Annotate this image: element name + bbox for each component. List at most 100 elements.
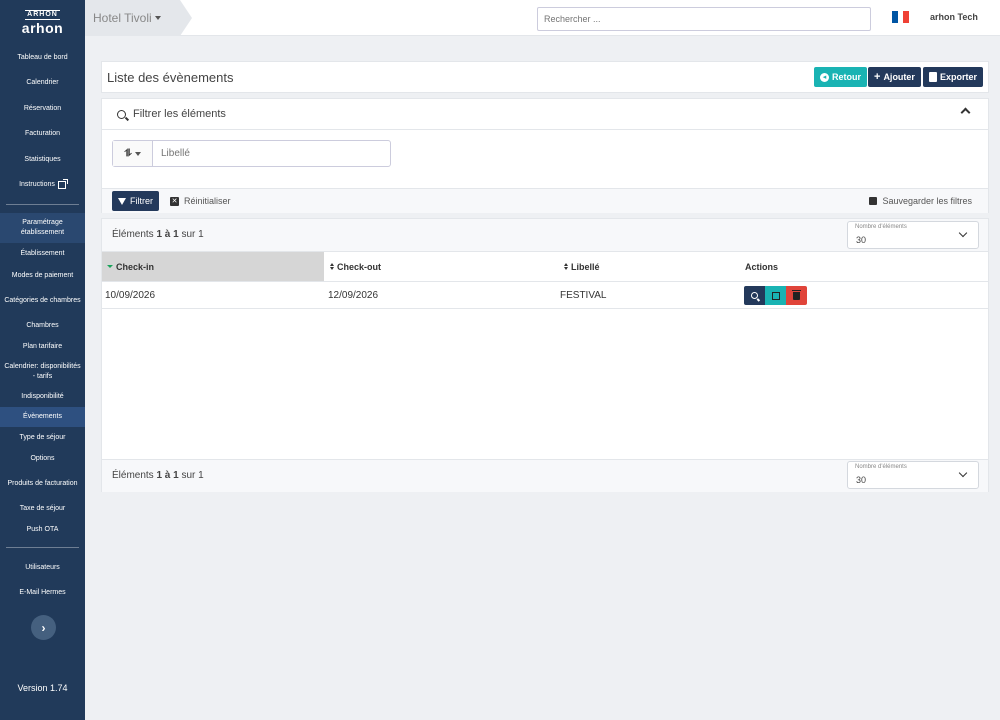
column-header-label: Check-out — [337, 261, 382, 272]
chevron-down-icon — [958, 228, 968, 238]
column-header-label: Libellé — [571, 261, 600, 272]
sidebar-item-label: Chambres — [26, 322, 59, 329]
sidebar-section-settings[interactable]: Paramétrage établissement — [0, 213, 85, 243]
sidebar-item-reservation[interactable]: Réservation — [0, 96, 85, 121]
sidebar-item-label: Utilisateurs — [25, 563, 60, 571]
count-suffix: sur 1 — [181, 229, 204, 240]
sidebar-item-label: Réservation — [23, 104, 62, 112]
sidebar-item-availability-calendar[interactable]: Calendrier: disponibilités - tarifs — [0, 357, 85, 387]
cell-checkin: 10/09/2026 — [105, 289, 156, 301]
sidebar-expand-button[interactable]: › — [31, 615, 56, 640]
add-button[interactable]: + Ajouter — [868, 67, 921, 87]
apply-filter-button[interactable]: Filtrer — [112, 191, 159, 211]
page-size-select[interactable]: Nombre d'éléments 30 — [847, 221, 979, 249]
page-header: Liste des évènements ◂ Retour + Ajouter … — [101, 61, 989, 93]
sidebar-item-options[interactable]: Options — [0, 448, 85, 469]
page-size-label: Nombre d'éléments — [855, 224, 907, 230]
column-header-libelle[interactable]: Libellé — [558, 252, 741, 282]
sidebar-item-rate-plan[interactable]: Plan tarifaire — [0, 336, 85, 357]
count-suffix: sur 1 — [181, 470, 204, 481]
sidebar-item-rooms[interactable]: Chambres — [0, 316, 85, 336]
hotel-selector[interactable]: Hotel Tivoli — [85, 0, 192, 36]
sort-desc-icon — [107, 265, 113, 268]
count-prefix: Éléments — [112, 229, 154, 240]
sidebar-item-instructions[interactable]: Instructions — [0, 172, 85, 198]
column-header-checkin[interactable]: Check-in — [102, 252, 324, 282]
reset-filter-label: Réinitialiser — [184, 196, 231, 206]
language-flag-icon[interactable] — [892, 11, 910, 23]
app-version: Version 1.74 — [17, 683, 68, 693]
sidebar-item-tourist-tax[interactable]: Taxe de séjour — [0, 498, 85, 519]
sidebar-item-label: Tableau de bord — [17, 53, 68, 61]
plus-icon: + — [874, 71, 881, 83]
sidebar-item-label: Instructions — [19, 181, 55, 188]
sidebar: ARHON arhon Tableau de bord Calendrier R… — [0, 0, 85, 720]
sidebar-item-statistics[interactable]: Statistiques — [0, 147, 85, 172]
sidebar-item-billing-products[interactable]: Produits de facturation — [0, 469, 85, 498]
sidebar-item-stay-type[interactable]: Type de séjour — [0, 427, 85, 448]
sidebar-item-label: Catégories de chambres — [4, 297, 81, 304]
sidebar-item-label: Établissement — [20, 250, 65, 257]
sidebar-item-label: Type de séjour — [19, 433, 66, 441]
trash-icon — [792, 289, 801, 300]
sidebar-item-billing[interactable]: Facturation — [0, 121, 85, 147]
table-header-bar: Éléments 1 à 1 sur 1 Nombre d'éléments 3… — [102, 219, 988, 252]
table-footer-bar: Éléments 1 à 1 sur 1 Nombre d'éléments 3… — [102, 459, 988, 492]
sidebar-item-email-hermes[interactable]: E-Mail Hermes — [0, 580, 85, 605]
filter-operator-dropdown[interactable]: ⥮ — [113, 141, 153, 166]
sidebar-item-establishment[interactable]: Établissement — [0, 243, 85, 265]
sidebar-item-label: E-Mail Hermes — [19, 588, 66, 596]
sidebar-item-room-categories[interactable]: Catégories de chambres — [0, 286, 85, 316]
save-icon — [869, 197, 878, 205]
sidebar-item-payment-modes[interactable]: Modes de paiement — [0, 265, 85, 286]
chevron-up-icon[interactable] — [960, 107, 971, 118]
sidebar-item-label: Facturation — [24, 130, 61, 137]
edit-button[interactable] — [765, 286, 786, 305]
cell-checkout: 12/09/2026 — [328, 289, 379, 301]
count-prefix: Éléments — [112, 470, 154, 481]
sidebar-item-label: Statistiques — [24, 155, 61, 163]
filter-panel: Filtrer les éléments ⥮ Filtrer ✕ Réiniti… — [101, 98, 989, 213]
filter-panel-header[interactable]: Filtrer les éléments — [102, 99, 988, 130]
events-table: Éléments 1 à 1 sur 1 Nombre d'éléments 3… — [101, 218, 989, 492]
close-box-icon: ✕ — [170, 196, 179, 206]
count-range: 1 à 1 — [156, 470, 179, 481]
user-menu[interactable]: arhon Tech — [930, 12, 978, 22]
sidebar-item-calendar[interactable]: Calendrier — [0, 70, 85, 96]
back-button[interactable]: ◂ Retour — [814, 67, 867, 87]
sidebar-item-label: Évènements — [23, 413, 62, 420]
delete-button[interactable] — [786, 286, 807, 305]
topbar: Hotel Tivoli arhon Tech — [85, 0, 1000, 36]
view-button[interactable] — [744, 286, 765, 305]
page-size-value: 30 — [856, 235, 867, 245]
brand-logo[interactable]: ARHON arhon — [0, 0, 85, 40]
hotel-name: Hotel Tivoli — [93, 11, 152, 25]
sidebar-item-label: Push OTA — [26, 525, 59, 533]
save-filters-label: Sauvegarder les filtres — [882, 196, 972, 206]
sidebar-item-users[interactable]: Utilisateurs — [0, 555, 85, 580]
page-size-value: 30 — [856, 475, 867, 485]
sidebar-item-events[interactable]: Évènements — [0, 407, 85, 427]
sidebar-section-label: Paramétrage établissement — [20, 219, 65, 236]
row-divider — [102, 308, 988, 309]
arrow-left-circle-icon: ◂ — [820, 72, 829, 82]
reset-filter-button[interactable]: ✕ Réinitialiser — [170, 196, 231, 206]
sort-icon — [564, 263, 568, 270]
logo-main-text: arhon — [21, 20, 64, 36]
export-button[interactable]: Exporter — [923, 67, 984, 87]
funnel-icon — [118, 197, 126, 205]
libelle-input[interactable] — [153, 141, 390, 166]
chevron-down-icon — [958, 468, 968, 478]
chevron-right-icon: › — [41, 620, 46, 635]
sidebar-item-push-ota[interactable]: Push OTA — [0, 519, 85, 540]
save-filters-button[interactable]: Sauvegarder les filtres — [869, 196, 972, 206]
column-header-checkout[interactable]: Check-out — [324, 252, 558, 282]
page-size-select[interactable]: Nombre d'éléments 30 — [847, 461, 979, 489]
file-export-icon — [929, 72, 937, 82]
element-count: Éléments 1 à 1 sur 1 — [112, 470, 204, 481]
global-search-input[interactable] — [537, 7, 871, 31]
sidebar-item-dashboard[interactable]: Tableau de bord — [0, 45, 85, 70]
external-link-icon — [57, 179, 68, 189]
edit-icon — [771, 291, 780, 300]
sidebar-item-unavailability[interactable]: Indisponibilité — [0, 387, 85, 407]
